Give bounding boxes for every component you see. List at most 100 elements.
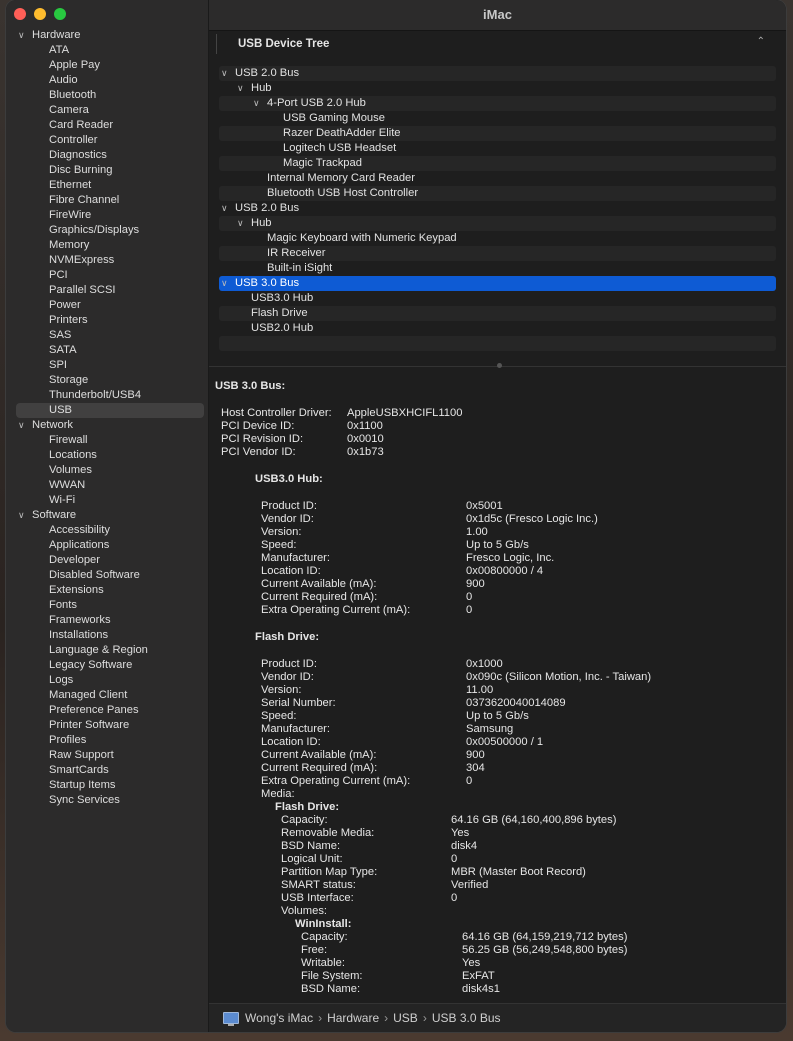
sidebar-item-memory[interactable]: Memory — [6, 238, 208, 253]
sidebar-item-ata[interactable]: ATA — [6, 43, 208, 58]
tree-row[interactable]: ∨ USB 2.0 Bus — [219, 66, 776, 81]
sidebar-item-logs[interactable]: Logs — [6, 673, 208, 688]
sidebar-item-wi-fi[interactable]: Wi-Fi — [6, 493, 208, 508]
sidebar-item-firewall[interactable]: Firewall — [6, 433, 208, 448]
tree-row[interactable]: USB Gaming Mouse — [219, 111, 776, 126]
sidebar-item-printer-software[interactable]: Printer Software — [6, 718, 208, 733]
sidebar-item-thunderbolt-usb4[interactable]: Thunderbolt/USB4 — [6, 388, 208, 403]
sidebar-item-disabled-software[interactable]: Disabled Software — [6, 568, 208, 583]
sidebar-item-disc-burning[interactable]: Disc Burning — [6, 163, 208, 178]
tree-row[interactable]: Razer DeathAdder Elite — [219, 126, 776, 141]
sidebar-item-managed-client[interactable]: Managed Client — [6, 688, 208, 703]
sidebar-item-spi[interactable]: SPI — [6, 358, 208, 373]
sidebar-item-bluetooth[interactable]: Bluetooth — [6, 88, 208, 103]
sidebar-group-network[interactable]: ∨ Network — [6, 418, 208, 433]
chevron-down-icon[interactable]: ∨ — [221, 276, 235, 291]
usb-device-tree-header[interactable]: USB Device Tree ⌃ — [216, 34, 779, 54]
minimize-button[interactable] — [34, 8, 46, 20]
sidebar-item-frameworks[interactable]: Frameworks — [6, 613, 208, 628]
tree-row[interactable] — [219, 336, 776, 351]
tree-row[interactable]: ∨ 4-Port USB 2.0 Hub — [219, 96, 776, 111]
tree-row[interactable]: Built-in iSight — [219, 261, 776, 276]
sidebar-item-graphics-displays[interactable]: Graphics/Displays — [6, 223, 208, 238]
tree-row[interactable]: ∨ Hub — [219, 216, 776, 231]
sidebar-item-accessibility[interactable]: Accessibility — [6, 523, 208, 538]
detail-row: USB Interface: 0 — [214, 892, 776, 905]
chevron-down-icon[interactable]: ∨ — [18, 508, 32, 523]
sidebar-item-applications[interactable]: Applications — [6, 538, 208, 553]
detail-key: Speed: — [261, 710, 297, 722]
tree-row[interactable]: Internal Memory Card Reader — [219, 171, 776, 186]
chevron-down-icon[interactable]: ∨ — [221, 66, 235, 81]
breadcrumb-item[interactable]: Wong's iMac — [245, 1011, 313, 1025]
sidebar-item-card-reader[interactable]: Card Reader — [6, 118, 208, 133]
sidebar-item-apple-pay[interactable]: Apple Pay — [6, 58, 208, 73]
detail-key: PCI Vendor ID: — [221, 446, 296, 458]
sidebar-item-volumes[interactable]: Volumes — [6, 463, 208, 478]
tree-row[interactable]: USB3.0 Hub — [219, 291, 776, 306]
sidebar-item-camera[interactable]: Camera — [6, 103, 208, 118]
chevron-down-icon[interactable]: ∨ — [221, 201, 235, 216]
sidebar-item-controller[interactable]: Controller — [6, 133, 208, 148]
sidebar-item-nvmexpress[interactable]: NVMExpress — [6, 253, 208, 268]
sidebar-group-hardware[interactable]: ∨ Hardware — [6, 28, 208, 43]
sidebar-item-storage[interactable]: Storage — [6, 373, 208, 388]
sidebar-item-extensions[interactable]: Extensions — [6, 583, 208, 598]
sidebar-item-power[interactable]: Power — [6, 298, 208, 313]
sidebar-item-wwan[interactable]: WWAN — [6, 478, 208, 493]
tree-row-label: USB3.0 Hub — [251, 292, 314, 304]
breadcrumb-item[interactable]: USB — [393, 1011, 418, 1025]
split-handle-icon[interactable] — [497, 363, 502, 368]
sidebar-item-firewire[interactable]: FireWire — [6, 208, 208, 223]
detail-value: 0x1d5c (Fresco Logic Inc.) — [466, 513, 598, 525]
sidebar-item-diagnostics[interactable]: Diagnostics — [6, 148, 208, 163]
imac-icon — [223, 1012, 239, 1026]
zoom-button[interactable] — [54, 8, 66, 20]
tree-row[interactable]: IR Receiver — [219, 246, 776, 261]
chevron-down-icon[interactable]: ∨ — [237, 216, 251, 231]
sidebar-item-pci[interactable]: PCI — [6, 268, 208, 283]
sidebar-item-sas[interactable]: SAS — [6, 328, 208, 343]
chevron-down-icon[interactable]: ∨ — [18, 28, 32, 43]
tree-row[interactable]: Bluetooth USB Host Controller — [219, 186, 776, 201]
sidebar-item-legacy-software[interactable]: Legacy Software — [6, 658, 208, 673]
sidebar-item-smartcards[interactable]: SmartCards — [6, 763, 208, 778]
chevron-down-icon[interactable]: ∨ — [237, 81, 251, 96]
tree-row[interactable]: Magic Trackpad — [219, 156, 776, 171]
tree-row[interactable]: USB2.0 Hub — [219, 321, 776, 336]
tree-row[interactable]: ∨ USB 3.0 Bus — [219, 276, 776, 291]
tree-row[interactable]: ∨ USB 2.0 Bus — [219, 201, 776, 216]
sidebar-item-ethernet[interactable]: Ethernet — [6, 178, 208, 193]
tree-row[interactable]: Logitech USB Headset — [219, 141, 776, 156]
sidebar-item-startup-items[interactable]: Startup Items — [6, 778, 208, 793]
sidebar-item-printers[interactable]: Printers — [6, 313, 208, 328]
sidebar-item-developer[interactable]: Developer — [6, 553, 208, 568]
sidebar-item-preference-panes[interactable]: Preference Panes — [6, 703, 208, 718]
sidebar-item-fibre-channel[interactable]: Fibre Channel — [6, 193, 208, 208]
tree-row[interactable]: Flash Drive — [219, 306, 776, 321]
sidebar-item-sata[interactable]: SATA — [6, 343, 208, 358]
sidebar-item-audio[interactable]: Audio — [6, 73, 208, 88]
breadcrumb-item[interactable]: Hardware — [327, 1011, 379, 1025]
sidebar-item-locations[interactable]: Locations — [6, 448, 208, 463]
chevron-down-icon[interactable]: ∨ — [18, 418, 32, 433]
sidebar-item-parallel-scsi[interactable]: Parallel SCSI — [6, 283, 208, 298]
sidebar-item-raw-support[interactable]: Raw Support — [6, 748, 208, 763]
chevron-up-icon[interactable]: ⌃ — [757, 36, 765, 47]
sidebar-item-sync-services[interactable]: Sync Services — [6, 793, 208, 808]
tree-row[interactable]: Magic Keyboard with Numeric Keypad — [219, 231, 776, 246]
close-button[interactable] — [14, 8, 26, 20]
sidebar-item-language-region[interactable]: Language & Region — [6, 643, 208, 658]
tree-row[interactable]: ∨ Hub — [219, 81, 776, 96]
sidebar-item-installations[interactable]: Installations — [6, 628, 208, 643]
sidebar-group-software[interactable]: ∨ Software — [6, 508, 208, 523]
breadcrumb-item[interactable]: USB 3.0 Bus — [432, 1011, 501, 1025]
sidebar-item-profiles[interactable]: Profiles — [6, 733, 208, 748]
detail-row: Current Required (mA): 0 — [214, 591, 776, 604]
sidebar-item-usb[interactable]: USB — [16, 403, 204, 418]
sidebar-item-fonts[interactable]: Fonts — [6, 598, 208, 613]
chevron-down-icon[interactable]: ∨ — [253, 96, 267, 111]
detail-value: 0 — [466, 604, 473, 616]
detail-key: Free: — [301, 944, 328, 956]
